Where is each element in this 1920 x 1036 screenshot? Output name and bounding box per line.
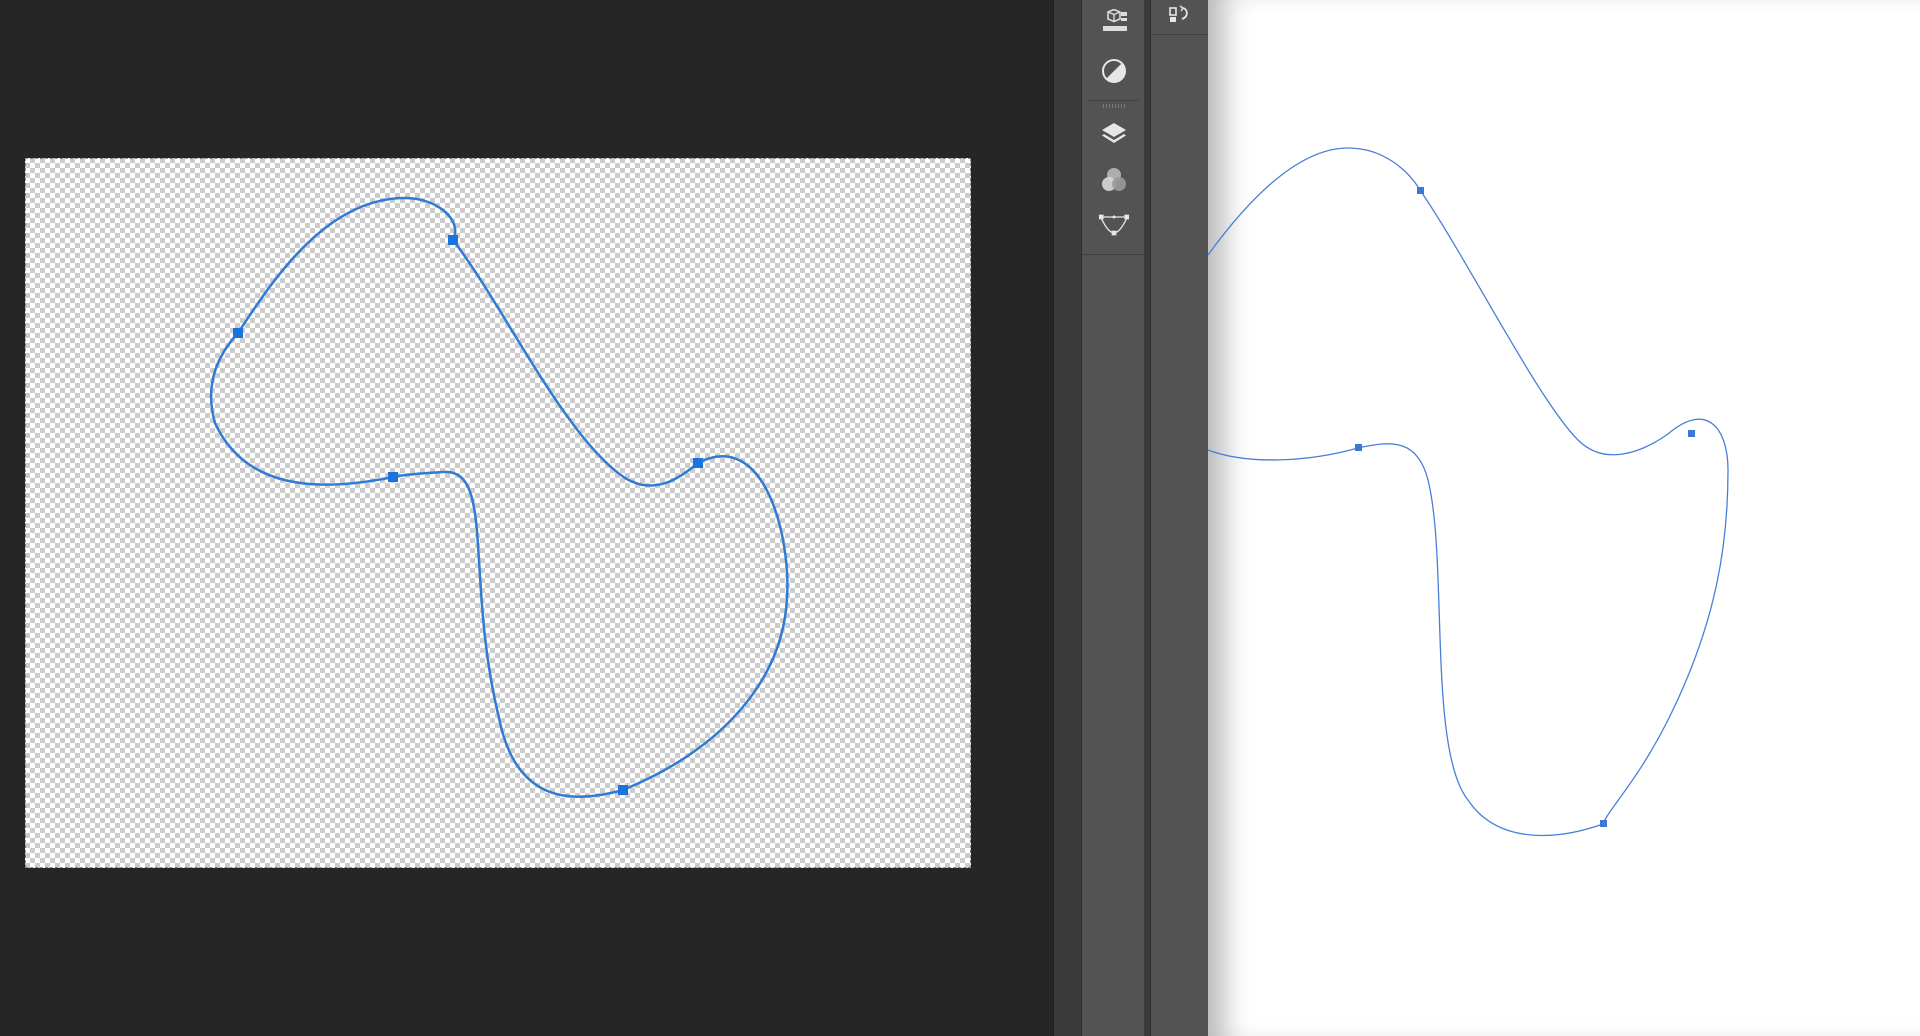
secondary-panel-top bbox=[1151, 0, 1209, 35]
libraries-icon[interactable] bbox=[1098, 8, 1130, 40]
illustrator-vector-path[interactable] bbox=[1208, 0, 1920, 1036]
photoshop-workspace bbox=[0, 0, 1053, 1036]
anchor-point[interactable] bbox=[1688, 430, 1695, 437]
anchor-point[interactable] bbox=[693, 458, 703, 468]
anchor-point[interactable] bbox=[618, 785, 628, 795]
transparent-canvas[interactable] bbox=[25, 158, 971, 868]
illustrator-bezier-path[interactable] bbox=[1208, 147, 1729, 837]
anchor-point[interactable] bbox=[1417, 187, 1424, 194]
illustrator-artboard[interactable] bbox=[1208, 0, 1920, 1036]
bezier-path[interactable] bbox=[209, 196, 789, 798]
history-icon[interactable] bbox=[1164, 0, 1196, 32]
anchor-point[interactable] bbox=[388, 472, 398, 482]
vector-path-shape[interactable] bbox=[25, 158, 971, 868]
panel-icon-strip bbox=[1081, 0, 1146, 1036]
panel-group-bottom bbox=[1082, 110, 1145, 255]
adjustments-icon[interactable] bbox=[1098, 55, 1130, 87]
anchor-point[interactable] bbox=[1600, 820, 1607, 827]
paths-icon[interactable] bbox=[1098, 209, 1130, 241]
anchor-point[interactable] bbox=[448, 235, 458, 245]
secondary-panel-strip bbox=[1150, 0, 1209, 1036]
panel-dock-gutter bbox=[1053, 0, 1082, 1036]
panel-group-top bbox=[1082, 0, 1145, 96]
anchor-point[interactable] bbox=[1355, 444, 1362, 451]
panel-group-grip[interactable] bbox=[1103, 104, 1125, 108]
channels-icon[interactable] bbox=[1098, 164, 1130, 196]
layers-icon[interactable] bbox=[1098, 118, 1130, 150]
anchor-point[interactable] bbox=[233, 328, 243, 338]
panel-separator bbox=[1088, 100, 1139, 101]
